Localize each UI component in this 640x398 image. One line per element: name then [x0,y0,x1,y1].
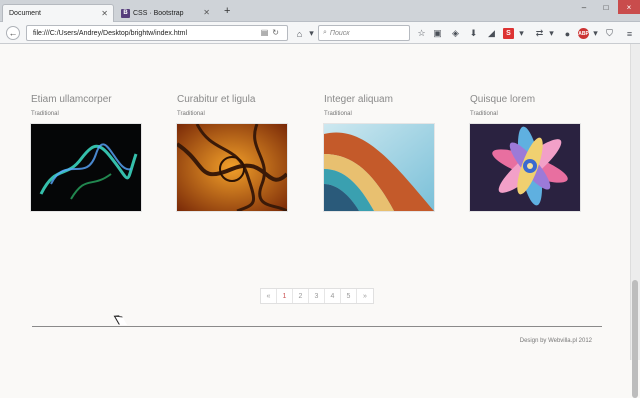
url-bar[interactable]: file:///C:/Users/Andrey/Desktop/brightw/… [26,25,288,41]
bootstrap-favicon-icon: B [121,8,130,18]
chevron-down-icon[interactable]: ▾ [516,28,527,39]
page-3-button[interactable]: 3 [309,289,325,303]
tab-label: CSS · Bootstrap [133,9,184,17]
card-title[interactable]: Integer aliquam [324,94,393,105]
new-tab-button[interactable]: + [224,5,230,17]
flower-image[interactable] [470,124,580,211]
url-actions: ▤↻ [261,28,283,37]
page-next-button[interactable]: » [357,289,373,303]
card-subtitle: Traditional [324,111,352,117]
footer-divider [32,326,602,327]
scrollbar-thumb[interactable] [632,280,638,398]
search-icon: ⌕ [323,29,327,36]
home-icon[interactable]: ⌂ [294,28,305,39]
navigation-toolbar: ← file:///C:/Users/Andrey/Desktop/bright… [0,22,640,44]
tab-bootstrap[interactable]: B CSS · Bootstrap ✕ [115,4,215,22]
adblock-icon[interactable]: ABP [578,28,589,39]
card-subtitle: Traditional [177,111,205,117]
tab-label: Document [9,10,41,17]
chat-icon[interactable]: ● [562,28,573,39]
tab-document[interactable]: Document ✕ [2,4,114,22]
page-5-button[interactable]: 5 [341,289,357,303]
reader-icon[interactable]: ▤ [261,28,273,37]
maximize-button[interactable]: □ [596,0,616,14]
chevron-down-icon[interactable]: ▾ [590,28,601,39]
tab-bar: Document ✕ B CSS · Bootstrap ✕ + – □ × [0,0,640,22]
back-button[interactable]: ← [6,26,20,40]
chevron-down-icon[interactable]: ▾ [546,28,557,39]
page-content: Etiam ullamcorper Traditional Curabitur … [0,44,630,360]
minimize-button[interactable]: – [574,0,594,14]
pagination: « 1 2 3 4 5 » [260,288,374,304]
fractal-image[interactable] [177,124,287,211]
card-title[interactable]: Quisque lorem [470,94,535,105]
page-prev-button[interactable]: « [261,289,277,303]
close-tab-icon[interactable]: ✕ [203,8,210,17]
search-input[interactable]: ⌕ Поиск [318,25,410,41]
card-title[interactable]: Etiam ullamcorper [31,94,112,105]
page-4-button[interactable]: 4 [325,289,341,303]
translate-icon[interactable]: ⇄ [534,28,545,39]
shield-icon[interactable]: ⛉ [604,28,615,39]
vertical-scrollbar[interactable] [630,44,640,398]
close-tab-icon[interactable]: ✕ [101,9,108,18]
s-extension-icon[interactable]: S [503,28,514,39]
card-subtitle: Traditional [31,111,59,117]
waves-image[interactable] [324,124,434,211]
pocket-icon[interactable]: ◈ [450,28,461,39]
search-placeholder: Поиск [329,29,350,37]
smoke-image[interactable] [31,124,141,211]
page-1-button[interactable]: 1 [277,289,293,303]
reload-icon[interactable]: ↻ [272,28,283,37]
window-close-button[interactable]: × [618,0,640,14]
url-text: file:///C:/Users/Andrey/Desktop/brightw/… [33,29,188,37]
chevron-down-icon[interactable]: ▾ [306,28,317,39]
page-2-button[interactable]: 2 [293,289,309,303]
menu-icon[interactable]: ≡ [624,28,635,39]
footer-credit: Design by Webvilla.pl 2012 [519,338,592,344]
send-icon[interactable]: ◢ [486,28,497,39]
download-icon[interactable]: ⬇ [468,28,479,39]
mouse-cursor-icon [114,313,124,325]
bookmark-star-icon[interactable]: ☆ [416,28,427,39]
card-subtitle: Traditional [470,111,498,117]
clipboard-icon[interactable]: ▣ [432,28,443,39]
card-title[interactable]: Curabitur et ligula [177,94,255,105]
